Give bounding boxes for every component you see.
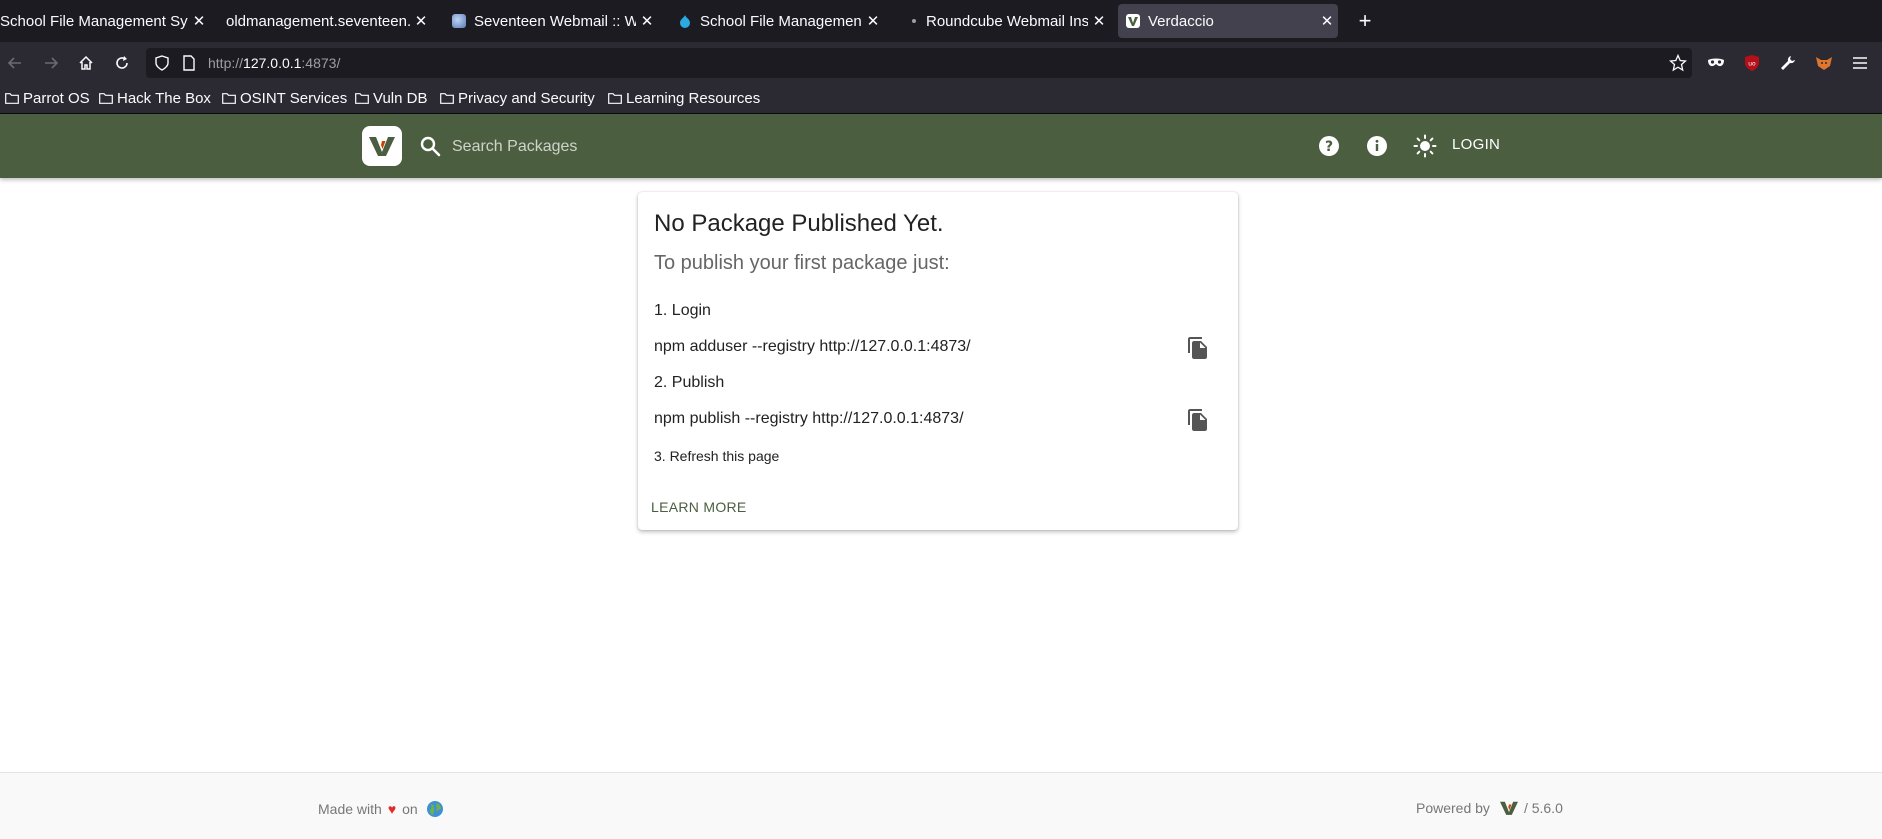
folder-icon [608,93,622,104]
bookmark-folder[interactable]: Hack The Box [99,90,211,107]
folder-icon [222,93,236,104]
folder-icon [5,93,19,104]
bookmark-label: Hack The Box [117,90,211,107]
reload-icon[interactable] [110,51,134,75]
tab-title: Seventeen Webmail :: We [474,12,636,30]
step-refresh-label: 3. Refresh this page [654,448,780,464]
folder-icon [355,93,369,104]
browser-tab[interactable]: Seventeen Webmail :: We ✕ [448,0,658,42]
folder-icon [440,93,454,104]
browser-tab[interactable]: oldmanagement.seventeen. ✕ [222,0,432,42]
dot-icon [912,19,916,23]
shield-icon[interactable] [154,55,170,76]
browser-tab[interactable]: Roundcube Webmail Inst ✕ [900,0,1110,42]
bookmark-folder[interactable]: Privacy and Security [440,90,595,107]
verdaccio-logo[interactable] [362,126,402,166]
webmail-icon [452,14,466,28]
tab-close-icon[interactable]: ✕ [1088,12,1110,30]
bookmark-folder[interactable]: Parrot OS [5,90,90,107]
url-text[interactable]: http://127.0.0.1:4873/ [208,55,340,71]
verdaccio-icon [1126,14,1140,28]
private-mask-icon[interactable] [1704,51,1728,75]
globe-icon [426,801,443,817]
tab-title: School File Management Sys [0,12,188,30]
copy-icon[interactable] [1186,336,1210,360]
footer-powered-by: Powered by / 5.6.0 [1416,800,1563,816]
learn-more-button[interactable]: LEARN MORE [651,499,747,515]
copy-icon[interactable] [1186,408,1210,432]
app-header: ? LOGIN [0,114,1882,178]
new-tab-button[interactable]: + [1350,6,1380,36]
app-footer: Made with ♥ on Powered by / 5.6.0 [0,772,1882,839]
version-text: / 5.6.0 [1523,800,1563,816]
tab-title: School File Management [700,12,862,30]
publish-command: npm publish --registry http://127.0.0.1:… [654,410,964,427]
footer-made-with: Made with ♥ on [318,800,444,818]
browser-nav-bar: http://127.0.0.1:4873/ uo [0,42,1882,84]
foxyproxy-icon[interactable] [1812,51,1836,75]
folder-icon [99,93,113,104]
card-title: No Package Published Yet. [654,210,944,237]
bookmark-label: Vuln DB [373,90,428,107]
drupal-icon [678,14,692,28]
bookmark-folder[interactable]: OSINT Services [222,90,347,107]
adduser-command: npm adduser --registry http://127.0.0.1:… [654,338,971,355]
bookmark-star-icon[interactable] [1666,51,1690,75]
on-text: on [402,801,418,817]
svg-text:?: ? [1325,139,1333,155]
url-bar[interactable]: http://127.0.0.1:4873/ [146,48,1692,78]
back-icon[interactable] [3,51,27,75]
browser-tab-active[interactable]: Verdaccio ✕ [1118,4,1338,38]
step-publish-label: 2. Publish [654,374,725,391]
tab-close-icon[interactable]: ✕ [862,12,884,30]
search-input[interactable] [450,130,854,164]
powered-by-text: Powered by [1416,800,1490,816]
search-icon [420,136,441,157]
menu-icon[interactable] [1848,51,1872,75]
card-subtitle: To publish your first package just: [654,252,950,274]
browser-tab[interactable]: School File Management ✕ [674,0,884,42]
browser-tab-bar: School File Management Sys ✕ oldmanageme… [0,0,1882,42]
tab-close-icon[interactable]: ✕ [410,12,432,30]
tab-title: Verdaccio [1148,12,1214,30]
info-icon[interactable] [1365,134,1389,158]
made-with-text: Made with [318,801,382,817]
tab-close-icon[interactable]: ✕ [188,12,210,30]
browser-tab[interactable]: School File Management Sys ✕ [0,0,210,42]
svg-text:uo: uo [1748,61,1756,68]
theme-toggle-icon[interactable] [1413,134,1437,158]
bookmark-label: Parrot OS [23,90,90,107]
tab-close-icon[interactable]: ✕ [1316,12,1338,30]
tab-title: Roundcube Webmail Inst [926,12,1088,30]
page-icon[interactable] [182,55,196,76]
heart-icon: ♥ [387,801,397,817]
bookmark-folder[interactable]: Vuln DB [355,90,427,107]
help-card: No Package Published Yet. To publish you… [638,192,1238,530]
bookmark-label: Privacy and Security [458,90,595,107]
wrench-icon[interactable] [1776,51,1800,75]
tab-title: oldmanagement.seventeen. [226,12,410,30]
bookmark-label: OSINT Services [240,90,348,107]
home-icon[interactable] [74,51,98,75]
verdaccio-logo-icon [1499,801,1518,815]
tab-close-icon[interactable]: ✕ [636,12,658,30]
ublock-icon[interactable]: uo [1740,51,1764,75]
bookmarks-bar: Parrot OS Hack The Box OSINT Services Vu… [0,84,1882,114]
login-button[interactable]: LOGIN [1452,136,1500,153]
bookmark-folder[interactable]: Learning Resources [608,90,760,107]
forward-icon[interactable] [39,51,63,75]
bookmark-label: Learning Resources [626,90,761,107]
step-login-label: 1. Login [654,302,711,319]
help-icon[interactable]: ? [1317,134,1341,158]
